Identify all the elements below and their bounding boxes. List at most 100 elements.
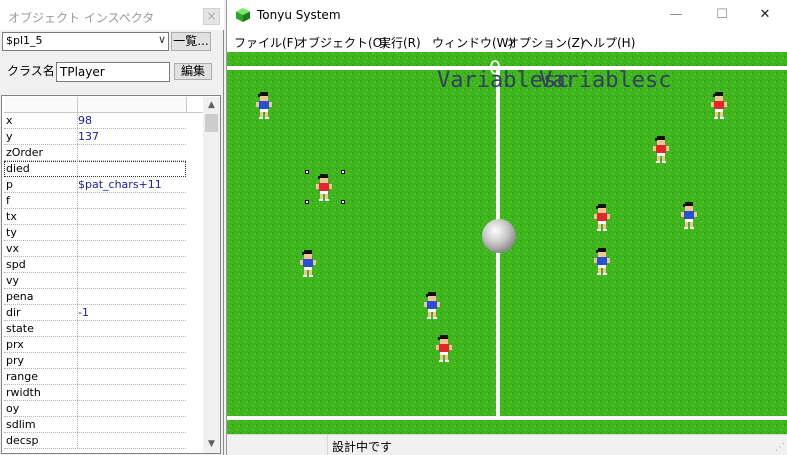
column-separator bbox=[77, 193, 79, 208]
property-row[interactable]: state bbox=[4, 321, 186, 337]
property-row[interactable]: sdlim bbox=[4, 417, 186, 433]
status-text: 設計中です bbox=[332, 440, 393, 454]
property-row[interactable]: pena bbox=[4, 289, 186, 305]
minimize-button[interactable]: — bbox=[653, 0, 699, 30]
selection-handle[interactable] bbox=[341, 200, 345, 204]
property-grid: x 98 y 137 zOrder died p $pat_chars+11 f tx ty vx sp… bbox=[1, 95, 221, 454]
property-row[interactable]: ty bbox=[4, 225, 186, 241]
resize-grip-icon[interactable]: ⋰ bbox=[775, 442, 785, 453]
column-separator bbox=[77, 289, 79, 304]
property-name: prx bbox=[6, 338, 24, 351]
object-select[interactable]: $pl1_5 ∨ bbox=[2, 32, 169, 51]
property-row[interactable]: died bbox=[4, 161, 186, 177]
player-red[interactable] bbox=[707, 92, 731, 120]
tonyu-title: Tonyu System bbox=[257, 8, 341, 22]
property-name-column-header[interactable] bbox=[4, 97, 78, 112]
column-separator bbox=[77, 241, 79, 256]
status-panel-main bbox=[327, 435, 767, 455]
property-row[interactable]: p $pat_chars+11 bbox=[4, 177, 186, 193]
property-scrollbar[interactable]: ▲ ▼ bbox=[203, 97, 220, 453]
property-name: dir bbox=[6, 306, 21, 319]
property-row[interactable]: vy bbox=[4, 273, 186, 289]
property-name: rwidth bbox=[6, 386, 41, 399]
menu-object[interactable]: オブジェクト(O) bbox=[296, 34, 387, 51]
selection-handle[interactable] bbox=[305, 200, 309, 204]
close-button[interactable]: ✕ bbox=[742, 0, 787, 30]
column-separator bbox=[77, 433, 79, 448]
property-grid-header bbox=[4, 97, 207, 113]
column-separator bbox=[77, 369, 79, 384]
column-separator bbox=[77, 353, 79, 368]
property-row[interactable]: f bbox=[4, 193, 186, 209]
menu-help[interactable]: ヘルプ(H) bbox=[581, 34, 635, 51]
property-row[interactable]: vx bbox=[4, 241, 186, 257]
property-row[interactable]: decsp bbox=[4, 433, 186, 449]
game-field[interactable]: 0 Variablesc Variablesc bbox=[227, 52, 787, 434]
ball[interactable] bbox=[481, 218, 517, 254]
menu-option[interactable]: オプション(Z) bbox=[507, 34, 585, 51]
property-row[interactable]: tx bbox=[4, 209, 186, 225]
edit-class-button[interactable]: 編集 bbox=[174, 63, 212, 80]
inspector-close-button[interactable]: × bbox=[203, 8, 220, 25]
player-blue[interactable] bbox=[296, 250, 320, 278]
player-red[interactable] bbox=[432, 335, 456, 363]
property-name: f bbox=[6, 194, 10, 207]
object-list-button[interactable]: 一覧... bbox=[171, 32, 211, 51]
column-separator bbox=[77, 161, 79, 176]
player-red[interactable] bbox=[649, 136, 673, 164]
property-row[interactable]: oy bbox=[4, 401, 186, 417]
inspector-title-bar: オブジェクト インスペクタ × bbox=[0, 0, 224, 30]
property-name: state bbox=[6, 322, 34, 335]
property-name: y bbox=[6, 130, 13, 143]
class-name-value: TPlayer bbox=[60, 65, 105, 79]
chevron-down-icon[interactable]: ∨ bbox=[158, 33, 166, 46]
property-row[interactable]: spd bbox=[4, 257, 186, 273]
tonyu-app-icon bbox=[236, 8, 250, 22]
scroll-down-icon[interactable]: ▼ bbox=[203, 436, 220, 453]
property-row[interactable]: rwidth bbox=[4, 385, 186, 401]
property-row[interactable]: range bbox=[4, 369, 186, 385]
property-row[interactable]: dir -1 bbox=[4, 305, 186, 321]
player-blue[interactable] bbox=[252, 92, 276, 120]
menu-run[interactable]: 実行(R) bbox=[379, 34, 421, 51]
column-separator bbox=[77, 337, 79, 352]
property-value-column-header[interactable] bbox=[78, 97, 187, 112]
property-value[interactable]: -1 bbox=[78, 305, 89, 320]
class-name-field[interactable]: TPlayer bbox=[56, 62, 170, 82]
property-name: zOrder bbox=[6, 146, 44, 159]
scroll-thumb[interactable] bbox=[205, 114, 218, 132]
player-blue[interactable] bbox=[677, 202, 701, 230]
player-blue[interactable] bbox=[590, 248, 614, 276]
scroll-up-icon[interactable]: ▲ bbox=[203, 97, 220, 114]
property-row[interactable]: x 98 bbox=[4, 113, 186, 129]
property-row[interactable]: y 137 bbox=[4, 129, 186, 145]
player-blue[interactable] bbox=[420, 292, 444, 320]
property-value[interactable]: 98 bbox=[78, 113, 92, 128]
menu-window[interactable]: ウィンドウ(W) bbox=[432, 34, 513, 51]
property-row[interactable]: prx bbox=[4, 337, 186, 353]
property-value[interactable]: 137 bbox=[78, 129, 99, 144]
property-name: x bbox=[6, 114, 13, 127]
property-row[interactable]: zOrder bbox=[4, 145, 186, 161]
selection-handle[interactable] bbox=[341, 170, 345, 174]
property-name: tx bbox=[6, 210, 17, 223]
selection-handle[interactable] bbox=[305, 170, 309, 174]
player-red-selected[interactable] bbox=[312, 174, 336, 202]
property-value[interactable]: $pat_chars+11 bbox=[78, 177, 162, 192]
object-select-value: $pl1_5 bbox=[6, 34, 43, 47]
property-name: sdlim bbox=[6, 418, 36, 431]
class-name-label: クラス名 bbox=[7, 64, 55, 78]
player-red[interactable] bbox=[590, 204, 614, 232]
menu-file[interactable]: ファイル(F) bbox=[234, 34, 298, 51]
maximize-button[interactable]: ☐ bbox=[699, 0, 745, 30]
property-name: range bbox=[6, 370, 38, 383]
status-panel-left bbox=[227, 435, 328, 455]
tonyu-title-bar: Tonyu System — ☐ ✕ bbox=[227, 0, 787, 30]
variable-text-right: Variablesc bbox=[539, 68, 672, 93]
property-name: died bbox=[6, 162, 30, 175]
column-separator bbox=[77, 273, 79, 288]
column-separator bbox=[77, 225, 79, 240]
property-name: vy bbox=[6, 274, 20, 287]
column-separator bbox=[77, 209, 79, 224]
property-row[interactable]: pry bbox=[4, 353, 186, 369]
